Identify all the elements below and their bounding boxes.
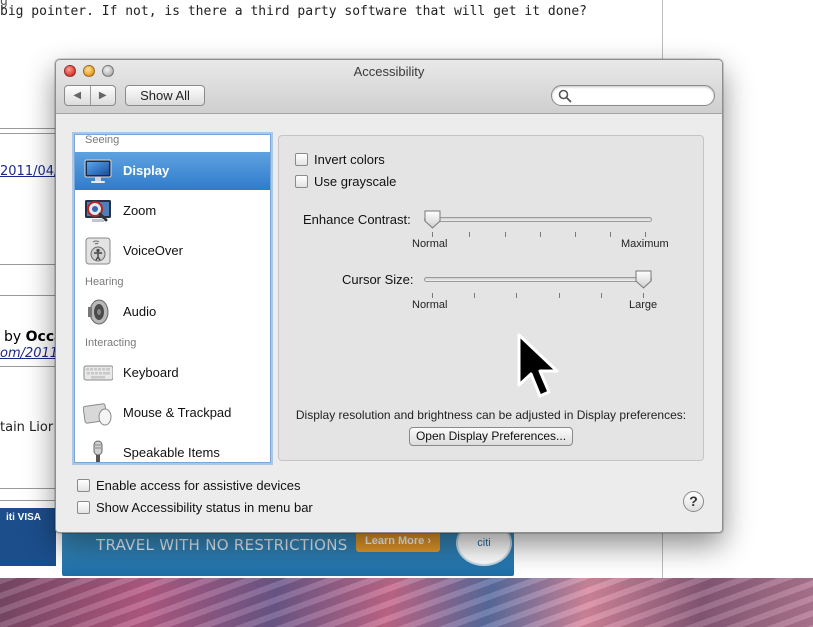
slider-tick bbox=[474, 293, 475, 298]
back-forward-control[interactable]: ◀ ▶ bbox=[64, 85, 116, 106]
sidebar-item-mouse-trackpad[interactable]: Mouse & Trackpad bbox=[75, 394, 270, 432]
bg-question-text: big pointer. If not, is there a third pa… bbox=[0, 4, 587, 19]
slider-tick bbox=[643, 293, 644, 298]
section-heading-interacting: Interacting bbox=[85, 337, 137, 349]
sidebar-item-label: Mouse & Trackpad bbox=[123, 405, 232, 420]
help-button[interactable]: ? bbox=[683, 491, 704, 512]
enhance-contrast-label: Enhance Contrast: bbox=[303, 212, 411, 227]
slider-tick bbox=[601, 293, 602, 298]
sidebar-item-label: VoiceOver bbox=[123, 243, 183, 258]
slider-tick bbox=[505, 232, 506, 237]
use-grayscale-checkbox[interactable] bbox=[295, 175, 308, 188]
desktop-wallpaper bbox=[0, 578, 813, 627]
mouse-trackpad-icon bbox=[83, 403, 112, 426]
slider-tick bbox=[432, 293, 433, 298]
microphone-icon bbox=[93, 440, 103, 462]
sidebar-item-zoom[interactable]: Zoom bbox=[75, 192, 270, 230]
enable-assistive-label: Enable access for assistive devices bbox=[96, 478, 301, 493]
bg-url-link[interactable]: om/2011 bbox=[0, 346, 58, 361]
sidebar-item-label: Audio bbox=[123, 304, 157, 319]
slider-tick bbox=[516, 293, 517, 298]
category-list[interactable]: Seeing Display Zoom VoiceOver Hearing Au… bbox=[74, 134, 271, 463]
search-input[interactable] bbox=[574, 87, 706, 104]
enable-assistive-checkbox[interactable] bbox=[77, 479, 90, 492]
section-heading-seeing: Seeing bbox=[85, 134, 120, 146]
bg-divider bbox=[0, 488, 56, 489]
window-toolbar: Accessibility ◀ ▶ Show All bbox=[56, 60, 722, 114]
bg-divider bbox=[0, 133, 56, 134]
enhance-contrast-slider-knob[interactable] bbox=[424, 210, 441, 229]
sidebar-item-label: Zoom bbox=[123, 203, 157, 218]
show-status-label: Show Accessibility status in menu bar bbox=[96, 500, 313, 515]
use-grayscale-label: Use grayscale bbox=[314, 174, 397, 189]
sidebar-item-audio[interactable]: Audio bbox=[75, 293, 270, 331]
enhance-contrast-slider-track[interactable] bbox=[424, 217, 652, 222]
section-heading-hearing: Hearing bbox=[85, 276, 124, 288]
back-arrow-icon[interactable]: ◀ bbox=[65, 86, 91, 105]
enhance-contrast-max-label: Maximum bbox=[621, 238, 669, 250]
cursor-size-slider-knob[interactable] bbox=[635, 270, 652, 289]
invert-colors-checkbox[interactable] bbox=[295, 153, 308, 166]
zoom-icon bbox=[85, 200, 111, 222]
search-icon bbox=[558, 89, 572, 103]
slider-tick bbox=[575, 232, 576, 237]
accessibility-window: Accessibility ◀ ▶ Show All Seeing Displa… bbox=[55, 59, 723, 533]
invert-colors-label: Invert colors bbox=[314, 152, 385, 167]
slider-tick bbox=[645, 232, 646, 237]
sidebar-item-display[interactable]: Display bbox=[75, 152, 270, 190]
show-status-checkbox[interactable] bbox=[77, 501, 90, 514]
cursor-size-min-label: Normal bbox=[412, 299, 448, 311]
slider-tick bbox=[432, 232, 433, 237]
window-title: Accessibility bbox=[353, 64, 425, 79]
slider-tick bbox=[540, 232, 541, 237]
show-all-button[interactable]: Show All bbox=[125, 85, 205, 106]
voiceover-icon bbox=[85, 237, 111, 265]
bg-divider bbox=[0, 295, 56, 296]
bg-partial-text: tain Lior bbox=[0, 420, 54, 435]
sidebar-item-speakable-items[interactable]: Speakable Items bbox=[75, 434, 270, 462]
display-icon bbox=[84, 159, 112, 183]
bg-date-link[interactable]: 2011/04/ bbox=[0, 164, 58, 179]
slider-tick bbox=[610, 232, 611, 237]
open-display-preferences-button[interactable]: Open Display Preferences... bbox=[409, 427, 573, 446]
enhance-contrast-min-label: Normal bbox=[412, 238, 448, 250]
slider-tick bbox=[559, 293, 560, 298]
search-field[interactable] bbox=[551, 85, 715, 106]
display-prefs-info-text: Display resolution and brightness can be… bbox=[295, 408, 687, 422]
display-settings-pane: Invert colors Use grayscale Enhance Cont… bbox=[278, 135, 704, 461]
speaker-icon bbox=[88, 299, 109, 325]
credit-card-label: iti VISA bbox=[6, 512, 42, 523]
cursor-size-max-label: Large bbox=[629, 299, 658, 311]
bg-divider bbox=[0, 128, 56, 129]
bg-divider bbox=[0, 264, 56, 265]
sidebar-item-label: Keyboard bbox=[123, 365, 179, 380]
cursor-size-label: Cursor Size: bbox=[342, 272, 414, 287]
keyboard-icon bbox=[83, 365, 113, 381]
sidebar-item-label: Display bbox=[123, 163, 170, 178]
sidebar-item-keyboard[interactable]: Keyboard bbox=[75, 354, 270, 392]
cursor-size-slider-track[interactable] bbox=[424, 277, 652, 282]
ad-headline: TRAVEL WITH NO RESTRICTIONS bbox=[96, 536, 348, 554]
sidebar-item-label: Speakable Items bbox=[123, 445, 220, 460]
sidebar-item-voiceover[interactable]: VoiceOver bbox=[75, 232, 270, 270]
bg-divider bbox=[0, 500, 56, 501]
ad-learn-more-button[interactable]: Learn More › bbox=[356, 530, 440, 552]
mouse-pointer-icon bbox=[517, 333, 559, 398]
forward-arrow-icon[interactable]: ▶ bbox=[91, 86, 116, 105]
slider-tick bbox=[469, 232, 470, 237]
bg-divider bbox=[0, 366, 56, 367]
